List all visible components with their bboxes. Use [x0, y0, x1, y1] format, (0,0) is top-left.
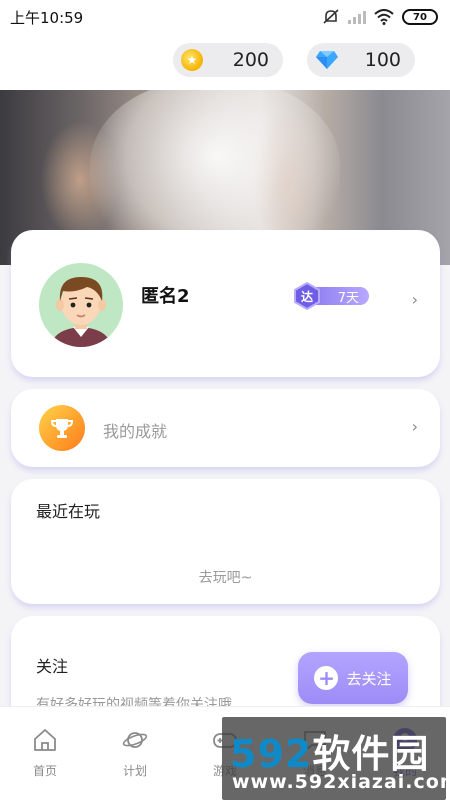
mute-icon: [323, 9, 339, 24]
battery-level: 70: [413, 11, 427, 23]
tab-home[interactable]: 首页: [10, 727, 80, 779]
badge-glyph: 达: [300, 289, 313, 304]
streak-badge: 7天 达: [293, 282, 373, 310]
coin-icon: ★: [181, 49, 203, 71]
chevron-right-icon[interactable]: ›: [412, 290, 418, 309]
battery-indicator: 70: [402, 9, 438, 25]
home-icon: [34, 729, 56, 751]
avatar[interactable]: [39, 263, 123, 347]
tab-home-label: 首页: [32, 764, 57, 778]
recently-played-empty-hint[interactable]: 去玩吧~: [11, 567, 440, 587]
watermark-url: www.592xiazai.com: [232, 771, 450, 793]
coin-count: 200: [232, 49, 269, 71]
coin-balance[interactable]: ★ 200: [173, 43, 283, 77]
site-watermark: 592软件园 www.592xiazai.com: [222, 717, 450, 800]
achievement-card[interactable]: 我的成就 ›: [11, 389, 440, 467]
go-follow-label: 去关注: [346, 669, 392, 688]
watermark-brand: 软件园: [312, 732, 430, 776]
recently-played-card: 最近在玩 去玩吧~: [11, 479, 440, 604]
signal-icon: [348, 11, 366, 24]
avatar-boy-icon: [51, 277, 111, 347]
diamond-balance[interactable]: 100: [307, 43, 415, 77]
tab-plan-label: 计划: [122, 764, 147, 778]
username: 匿名2: [141, 286, 190, 307]
watermark-title: 592软件园: [230, 723, 429, 778]
wifi-icon: [374, 9, 394, 25]
profile-card[interactable]: 匿名2 7天 达 ›: [11, 230, 440, 377]
top-bar: ★ 200 100: [0, 34, 450, 90]
watermark-number: 592: [230, 732, 313, 776]
streak-days: 7天: [337, 290, 359, 306]
status-bar: 上午10:59 70: [0, 0, 450, 34]
follow-title: 关注: [36, 657, 69, 676]
achievement-label: 我的成就: [103, 422, 168, 441]
recently-played-title: 最近在玩: [36, 502, 101, 521]
go-follow-button[interactable]: + 去关注: [298, 652, 408, 704]
tab-plan[interactable]: 计划: [100, 727, 170, 779]
diamond-count: 100: [364, 49, 401, 71]
chevron-right-icon[interactable]: ›: [412, 417, 418, 436]
trophy-icon: [39, 405, 85, 451]
plus-icon: +: [314, 666, 339, 690]
status-time: 上午10:59: [10, 8, 84, 27]
planet-icon: [122, 732, 148, 748]
diamond-icon: [316, 51, 338, 69]
status-icons: 70: [322, 9, 438, 25]
